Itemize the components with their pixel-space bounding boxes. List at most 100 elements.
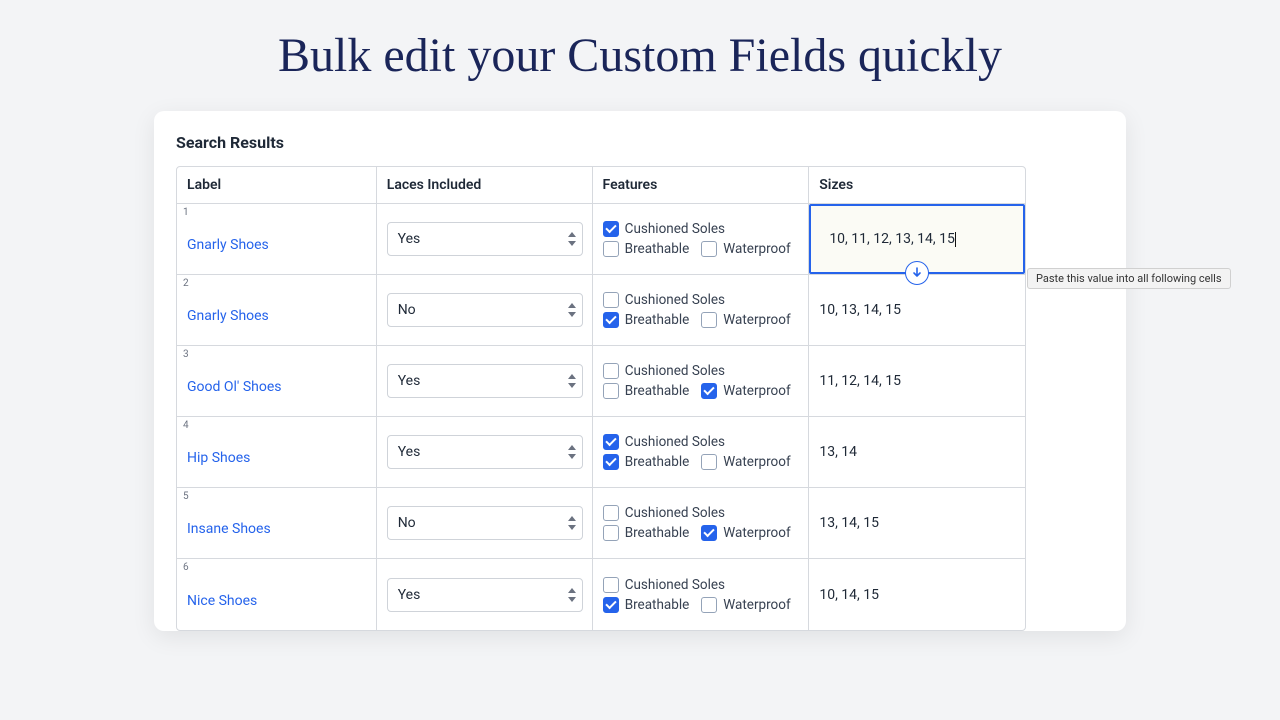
table-row: 1Gnarly Shoes Yes Cushioned SolesBreathabl… <box>177 204 1025 275</box>
cell-sizes[interactable]: 13, 14, 15 <box>809 488 1025 558</box>
paste-down-button[interactable] <box>905 261 929 285</box>
cell-laces: Yes <box>377 417 593 487</box>
product-link[interactable]: Nice Shoes <box>187 593 366 609</box>
checkbox-cushioned[interactable] <box>603 292 619 308</box>
feature-label-cushioned: Cushioned Soles <box>625 577 725 593</box>
checkbox-waterproof[interactable] <box>701 597 717 613</box>
stepper-icon <box>568 232 576 246</box>
column-header-label: Label <box>177 167 377 203</box>
checkbox-breathable[interactable] <box>603 597 619 613</box>
results-card: Search Results Label Laces Included Feat… <box>154 111 1126 631</box>
feature-label-cushioned: Cushioned Soles <box>625 292 725 308</box>
cell-laces: Yes <box>377 346 593 416</box>
checkbox-cushioned[interactable] <box>603 363 619 379</box>
feature-label-breathable: Breathable <box>625 241 690 257</box>
feature-label-cushioned: Cushioned Soles <box>625 505 725 521</box>
cell-features: Cushioned Soles Breathable Waterproof <box>593 488 810 558</box>
laces-select-value: Yes <box>398 373 421 389</box>
checkbox-cushioned[interactable] <box>603 505 619 521</box>
checkbox-waterproof[interactable] <box>701 383 717 399</box>
cell-features: Cushioned SolesBreathableWaterproof <box>593 559 810 630</box>
checkbox-breathable[interactable] <box>603 312 619 328</box>
product-link[interactable]: Gnarly Shoes <box>187 237 366 253</box>
results-table: Label Laces Included Features Sizes 1Gna… <box>176 166 1026 631</box>
cell-sizes[interactable]: 13, 14 <box>809 417 1025 487</box>
cell-laces: Yes <box>377 559 593 630</box>
laces-select[interactable]: No <box>387 293 583 327</box>
cell-sizes[interactable]: 10, 13, 14, 15 <box>809 275 1025 345</box>
product-link[interactable]: Hip Shoes <box>187 450 366 466</box>
feature-label-waterproof: Waterproof <box>723 597 790 613</box>
checkbox-cushioned[interactable] <box>603 577 619 593</box>
feature-label-breathable: Breathable <box>625 525 690 541</box>
cell-label: 2Gnarly Shoes <box>177 275 377 345</box>
checkbox-breathable[interactable] <box>603 383 619 399</box>
product-link[interactable]: Gnarly Shoes <box>187 308 366 324</box>
laces-select-value: Yes <box>398 231 421 247</box>
cell-label: 1Gnarly Shoes <box>177 204 377 274</box>
product-link[interactable]: Good Ol' Shoes <box>187 379 366 395</box>
sizes-text: 11, 12, 14, 15 <box>819 373 1015 389</box>
feature-label-breathable: Breathable <box>625 383 690 399</box>
feature-label-waterproof: Waterproof <box>723 312 790 328</box>
checkbox-breathable[interactable] <box>603 454 619 470</box>
row-number: 6 <box>181 562 191 573</box>
table-row: 2Gnarly Shoes No Cushioned Soles Breathable… <box>177 275 1025 346</box>
laces-select[interactable]: No <box>387 506 583 540</box>
column-header-sizes: Sizes <box>809 167 1025 203</box>
sizes-text: 13, 14, 15 <box>819 515 1015 531</box>
table-row: 4 Hip Shoes Yes Cushioned SolesBreathableWa… <box>177 417 1025 488</box>
checkbox-cushioned[interactable] <box>603 221 619 237</box>
feature-label-waterproof: Waterproof <box>723 525 790 541</box>
feature-label-waterproof: Waterproof <box>723 383 790 399</box>
table-row: 6 Nice Shoes Yes Cushioned SolesBreathableW… <box>177 559 1025 630</box>
cell-sizes[interactable]: 10, 14, 15 <box>809 559 1025 630</box>
product-link[interactable]: Insane Shoes <box>187 521 366 537</box>
stepper-icon <box>568 588 576 602</box>
cell-features: Cushioned Soles Breathable Waterproof <box>593 275 810 345</box>
checkbox-waterproof[interactable] <box>701 241 717 257</box>
cell-features: Cushioned SolesBreathableWaterproof <box>593 204 810 274</box>
checkbox-waterproof[interactable] <box>701 525 717 541</box>
laces-select[interactable]: Yes <box>387 222 583 256</box>
paste-down-tooltip: Paste this value into all following cell… <box>1027 268 1231 289</box>
checkbox-waterproof[interactable] <box>701 312 717 328</box>
cell-sizes[interactable]: 10, 11, 12, 13, 14, 15Paste this value i… <box>809 204 1025 274</box>
sizes-input[interactable]: 10, 11, 12, 13, 14, 15 <box>829 231 1005 247</box>
row-number: 3 <box>181 349 191 360</box>
cell-features: Cushioned SolesBreathableWaterproof <box>593 417 810 487</box>
cell-sizes[interactable]: 11, 12, 14, 15 <box>809 346 1025 416</box>
laces-select[interactable]: Yes <box>387 578 583 612</box>
cell-features: Cushioned Soles Breathable Waterproof <box>593 346 810 416</box>
table-body: 1Gnarly Shoes Yes Cushioned Soles Breathabl… <box>177 204 1025 630</box>
cell-laces: No <box>377 275 593 345</box>
sizes-text: 13, 14 <box>819 444 1015 460</box>
sizes-text: 10, 13, 14, 15 <box>819 302 1015 318</box>
stepper-icon <box>568 445 576 459</box>
laces-select-value: No <box>398 515 416 531</box>
laces-select[interactable]: Yes <box>387 364 583 398</box>
checkbox-breathable[interactable] <box>603 525 619 541</box>
laces-select-value: Yes <box>398 444 421 460</box>
cell-label: 6 Nice Shoes <box>177 559 377 630</box>
checkbox-waterproof[interactable] <box>701 454 717 470</box>
checkbox-breathable[interactable] <box>603 241 619 257</box>
row-number: 4 <box>181 420 191 431</box>
column-header-features: Features <box>593 167 810 203</box>
cell-label: 5Insane Shoes <box>177 488 377 558</box>
checkbox-cushioned[interactable] <box>603 434 619 450</box>
laces-select[interactable]: Yes <box>387 435 583 469</box>
table-row: 5Insane Shoes No Cushioned Soles Breathable… <box>177 488 1025 559</box>
sizes-text: 10, 14, 15 <box>819 587 1015 603</box>
stepper-icon <box>568 374 576 388</box>
stepper-icon <box>568 303 576 317</box>
page-title: Bulk edit your Custom Fields quickly <box>0 0 1280 111</box>
feature-label-cushioned: Cushioned Soles <box>625 363 725 379</box>
feature-label-breathable: Breathable <box>625 312 690 328</box>
feature-label-cushioned: Cushioned Soles <box>625 434 725 450</box>
cell-label: 3 Good Ol' Shoes <box>177 346 377 416</box>
laces-select-value: No <box>398 302 416 318</box>
laces-select-value: Yes <box>398 587 421 603</box>
cell-laces: No <box>377 488 593 558</box>
cell-label: 4 Hip Shoes <box>177 417 377 487</box>
